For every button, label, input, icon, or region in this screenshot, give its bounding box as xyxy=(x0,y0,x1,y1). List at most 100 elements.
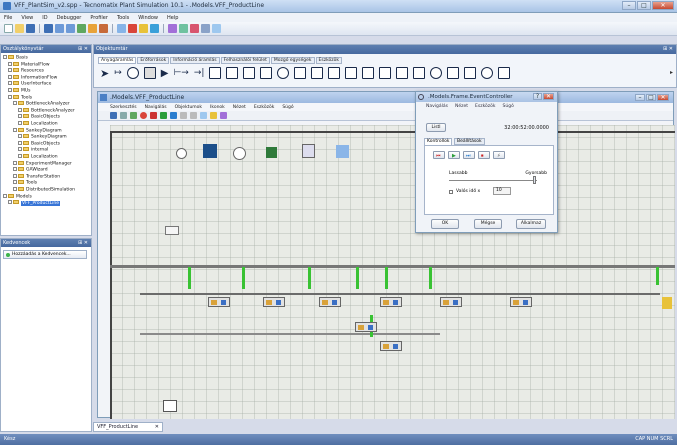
station-5[interactable] xyxy=(440,297,462,307)
sheet-icon[interactable] xyxy=(99,24,108,33)
menu-file[interactable]: File xyxy=(4,15,12,21)
event-controller-icon[interactable] xyxy=(126,67,139,79)
model-menu-help[interactable]: Súgó xyxy=(282,105,293,110)
tree-item[interactable]: Localization xyxy=(18,154,58,161)
tree-item[interactable]: Basis xyxy=(3,55,28,62)
open-icon[interactable] xyxy=(15,24,24,33)
drain-object-icon[interactable] xyxy=(662,297,672,309)
debug-icon[interactable] xyxy=(128,24,137,33)
tree-item[interactable]: SankeyDiagram xyxy=(13,127,62,135)
icon-editor-icon[interactable] xyxy=(168,24,177,33)
tab-mobile-units[interactable]: Mozgó egységek xyxy=(270,57,315,64)
general-icon[interactable] xyxy=(464,67,477,79)
station-3[interactable] xyxy=(319,297,341,307)
save-icon[interactable] xyxy=(26,24,35,33)
tab-settings[interactable]: Beállítások xyxy=(454,138,485,145)
model-maximize-button[interactable]: □ xyxy=(646,94,656,101)
close-button[interactable]: ✕ xyxy=(652,1,674,10)
turntable-icon[interactable] xyxy=(379,67,392,79)
speed-button[interactable]: ⚡ xyxy=(493,151,505,159)
tree-item[interactable]: SankeyDiagram xyxy=(18,134,67,141)
panel-pin-icon[interactable]: ⊞ ✕ xyxy=(78,45,88,53)
model-print-icon[interactable] xyxy=(120,112,127,119)
scroll-right-icon[interactable]: ▸ xyxy=(670,69,673,76)
expand-toggle-icon[interactable] xyxy=(18,121,22,125)
worker-pool-icon[interactable] xyxy=(165,226,179,235)
model-fast-icon[interactable] xyxy=(170,112,177,119)
expand-toggle-icon[interactable] xyxy=(8,61,12,66)
chart-object-icon[interactable] xyxy=(336,145,349,158)
tree-item[interactable]: DistributedSimulation xyxy=(13,187,75,194)
list-button[interactable]: Listl xyxy=(426,123,446,132)
tree-item[interactable]: InformationFlow xyxy=(8,74,57,82)
line-icon[interactable] xyxy=(345,67,358,79)
model-3d-icon[interactable] xyxy=(220,112,227,119)
lower-conveyor[interactable] xyxy=(140,333,440,335)
station-8[interactable] xyxy=(380,341,402,351)
model-minimize-button[interactable]: – xyxy=(635,94,645,101)
source-icon[interactable]: ▶ xyxy=(161,68,169,79)
model-frame-icon[interactable] xyxy=(203,144,217,158)
browse-icon[interactable] xyxy=(117,24,126,33)
event-controller-clock-icon[interactable] xyxy=(176,148,187,159)
menu-debugger[interactable]: Debugger xyxy=(57,15,82,21)
tree-item[interactable]: MUs xyxy=(8,88,31,95)
shift-calendar-icon[interactable] xyxy=(233,147,246,160)
tree-item[interactable]: Tools xyxy=(13,180,37,187)
realtime-input[interactable]: 10 xyxy=(493,187,511,195)
data-table-icon[interactable] xyxy=(266,147,277,158)
table-icon[interactable] xyxy=(77,24,86,33)
turnplate-icon[interactable] xyxy=(430,67,443,79)
parallel-proc-icon[interactable] xyxy=(226,67,239,79)
dismantle-icon[interactable] xyxy=(260,67,273,79)
speed-slider-thumb[interactable] xyxy=(533,176,536,184)
menu-help[interactable]: Help xyxy=(167,15,178,21)
single-proc-icon[interactable] xyxy=(209,67,222,79)
tree-item[interactable]: BasicObjects xyxy=(18,140,60,148)
dlg-menu-help[interactable]: Súgó xyxy=(503,104,514,109)
model-grid-icon[interactable] xyxy=(200,112,207,119)
menu-tools[interactable]: Tools xyxy=(117,15,129,21)
assembly-icon[interactable] xyxy=(243,67,256,79)
minimize-button[interactable]: – xyxy=(622,1,636,10)
dialog-close-button[interactable]: ✕ xyxy=(543,93,554,100)
apply-button[interactable]: Alkalmaz xyxy=(516,219,546,229)
expand-toggle-icon[interactable] xyxy=(8,94,12,99)
station-4[interactable] xyxy=(380,297,402,307)
expand-toggle-icon[interactable] xyxy=(8,200,12,205)
pointer-icon[interactable]: ➤ xyxy=(100,68,109,79)
tree-item[interactable]: GAWizard xyxy=(13,167,48,174)
tree-item[interactable]: Tools xyxy=(8,94,32,102)
expand-toggle-icon[interactable] xyxy=(18,154,22,158)
expand-toggle-icon[interactable] xyxy=(13,167,17,172)
shift-calendar-icon[interactable] xyxy=(277,67,290,79)
connector-out-icon[interactable]: →| xyxy=(194,68,205,78)
tree-item[interactable]: Models xyxy=(3,193,32,201)
tree-item[interactable]: BasicObjects xyxy=(18,114,60,121)
layer-icon[interactable] xyxy=(179,24,188,33)
model-menu-tools[interactable]: Eszközök xyxy=(254,105,274,110)
menu-id[interactable]: ID xyxy=(42,15,47,21)
transfer-icon[interactable] xyxy=(447,67,460,79)
new-icon[interactable] xyxy=(4,24,13,33)
dlg-menu-navigate[interactable]: Navigálás xyxy=(426,104,448,109)
watch-icon[interactable] xyxy=(150,24,159,33)
tab-material-flow[interactable]: Anyagáramlás xyxy=(98,57,137,64)
favorites-pin-icon[interactable]: ⊞ ✕ xyxy=(78,239,88,247)
drain-icon[interactable]: ⊢→ xyxy=(173,68,188,78)
angular-converter-icon[interactable] xyxy=(362,67,375,79)
store-icon[interactable] xyxy=(413,67,426,79)
expand-toggle-icon[interactable] xyxy=(13,173,17,178)
model-menu-view[interactable]: Nézet xyxy=(233,105,246,110)
reset-button[interactable]: ⏮ xyxy=(433,151,445,159)
sorter-icon[interactable] xyxy=(311,67,324,79)
tree-item[interactable]: UserInterface xyxy=(8,81,51,88)
expand-toggle-icon[interactable] xyxy=(8,81,12,86)
expand-toggle-icon[interactable] xyxy=(13,127,17,132)
expand-toggle-icon[interactable] xyxy=(13,101,17,106)
menu-window[interactable]: Window xyxy=(138,15,158,21)
connector-icon[interactable]: ↦ xyxy=(114,68,122,78)
exporter-icon[interactable] xyxy=(481,67,494,79)
model-menu-edit[interactable]: Szerkesztés xyxy=(110,105,137,110)
dialog-help-button[interactable]: ? xyxy=(533,93,542,100)
